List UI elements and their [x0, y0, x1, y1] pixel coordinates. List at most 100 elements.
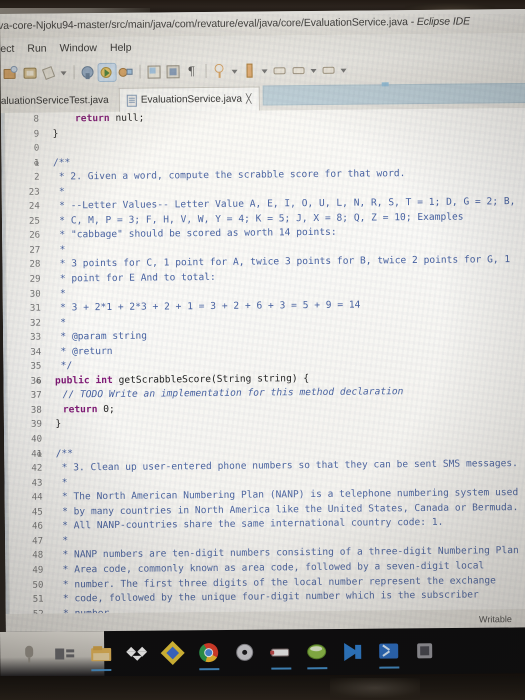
java-file-icon [126, 94, 137, 107]
line-number: 45 [31, 507, 43, 518]
quick-access-icon[interactable] [40, 64, 57, 81]
tab-label: aluationServiceTest.java [0, 94, 109, 107]
dropdown-arrow-icon[interactable] [339, 62, 348, 78]
code-text: */ [54, 360, 73, 372]
dropdown-arrow-icon[interactable] [309, 62, 318, 78]
code-text: * @param string [54, 330, 148, 343]
menu-item-project[interactable]: ect [0, 42, 14, 54]
line-number: 43 [31, 478, 43, 489]
menu-item-help[interactable]: Help [110, 41, 132, 53]
line-number: 49 [32, 565, 44, 576]
powershell-icon[interactable] [378, 641, 400, 669]
line-number: 37 [30, 391, 42, 402]
task-view-icon[interactable] [54, 643, 76, 665]
line-number: 33 [30, 332, 42, 343]
line-number: 30 [29, 289, 41, 300]
menu-item-run[interactable]: Run [27, 42, 46, 54]
code-text: * [56, 535, 69, 547]
dropdown-arrow-icon[interactable] [260, 62, 269, 78]
line-number: 23 [28, 187, 40, 198]
running-indicator [199, 668, 220, 671]
code-text: /** [52, 156, 71, 169]
code-text: } [52, 127, 59, 140]
code-editor[interactable]: 8 return null; 9} 0 1 ⊖/** 2 * 2. Given a word… [0, 107, 525, 636]
new-java-class-icon[interactable] [164, 63, 181, 80]
line-number: 34 [30, 347, 42, 358]
new-java-package-icon[interactable] [145, 63, 162, 80]
code-text: } [55, 418, 62, 430]
line-number: 38 [30, 405, 42, 416]
code-text: * [55, 477, 68, 489]
toolbar-separator [73, 65, 75, 80]
line-number: 8 [33, 114, 40, 125]
new-wizard-icon[interactable] [2, 64, 19, 81]
line-number: 9 [33, 129, 40, 140]
app-icon[interactable] [414, 640, 436, 662]
search-icon[interactable] [211, 62, 228, 79]
line-number: 31 [29, 303, 41, 314]
file-explorer-icon[interactable] [90, 643, 112, 672]
vs-code-icon[interactable] [342, 641, 364, 663]
line-number: 47 [32, 536, 44, 547]
dropdown-arrow-icon[interactable] [59, 64, 68, 80]
code-text: * [53, 186, 65, 198]
toolbar-separator [139, 64, 141, 79]
window-title-path: va-core-Njoku94-master/src/main/java/com… [0, 16, 408, 33]
window-title-suffix: - Eclipse IDE [407, 15, 471, 29]
next-edit-icon[interactable] [320, 61, 337, 78]
cortana-microphone-icon[interactable] [18, 644, 40, 666]
line-number: 0 [33, 143, 40, 154]
tabbar-highlight-strip [262, 82, 525, 106]
disc-media-icon[interactable] [234, 642, 256, 664]
line-number: 24 [28, 201, 40, 213]
windows-taskbar [0, 627, 525, 678]
eclipse-icon[interactable] [306, 641, 328, 670]
line-number: 40 [31, 434, 43, 445]
next-annotation-icon[interactable] [241, 62, 258, 79]
run-icon[interactable] [97, 62, 117, 82]
line-number: 32 [29, 318, 42, 329]
pilcrow-icon[interactable]: ¶ [183, 63, 200, 80]
save-icon[interactable] [21, 64, 38, 81]
debug-icon[interactable] [79, 64, 96, 81]
window-title: va-core-Njoku94-master/src/main/java/com… [0, 15, 470, 32]
line-number: 48 [32, 551, 44, 562]
line-number: 28 [29, 260, 41, 271]
line-number: 29 [29, 274, 41, 285]
code-text: * [53, 244, 66, 256]
run-external-tools-icon[interactable] [117, 63, 134, 80]
tab-evaluationservice[interactable]: EvaluationService.java ╳ [118, 86, 260, 112]
source-code-area[interactable]: 8 return null; 9} 0 1 ⊖/** 2 * 2. Given a word… [1, 108, 525, 636]
running-indicator [307, 667, 328, 670]
line-number: 25 [28, 216, 41, 227]
line-number: 50 [32, 580, 44, 591]
fold-marker-icon[interactable]: ⊖ [32, 156, 40, 171]
line-number: 46 [31, 521, 43, 533]
line-number: 39 [30, 420, 42, 431]
tab-label: EvaluationService.java [140, 93, 243, 106]
fold-marker-icon[interactable]: ⊖ [35, 447, 43, 462]
tab-evaluationservicetest[interactable]: aluationServiceTest.java [0, 88, 115, 113]
toolbar-separator [205, 64, 207, 79]
running-indicator [91, 669, 112, 672]
google-chrome-icon[interactable] [198, 642, 220, 671]
back-arrow-icon[interactable] [271, 62, 288, 79]
bezel-smudge [330, 678, 420, 698]
dropbox-icon[interactable] [126, 643, 148, 665]
line-number: 26 [29, 231, 41, 242]
code-text: * [54, 317, 67, 329]
visual-studio-icon[interactable] [160, 640, 185, 666]
menu-item-window[interactable]: Window [60, 42, 97, 54]
dropdown-arrow-icon[interactable] [230, 63, 239, 79]
monitor-bezel-bottom [0, 676, 525, 700]
battery-icon[interactable] [270, 641, 292, 670]
running-indicator [379, 666, 400, 669]
monitor-photograph: va-core-Njoku94-master/src/main/java/com… [0, 0, 525, 700]
line-number: 51 [32, 594, 44, 605]
forward-arrow-icon[interactable] [290, 62, 307, 79]
code-text: return 0; [62, 403, 115, 416]
line-number: 27 [29, 245, 41, 256]
close-icon[interactable]: ╳ [246, 94, 252, 105]
fold-marker-icon[interactable]: ⊖ [34, 374, 42, 389]
code-text: * [54, 287, 66, 300]
